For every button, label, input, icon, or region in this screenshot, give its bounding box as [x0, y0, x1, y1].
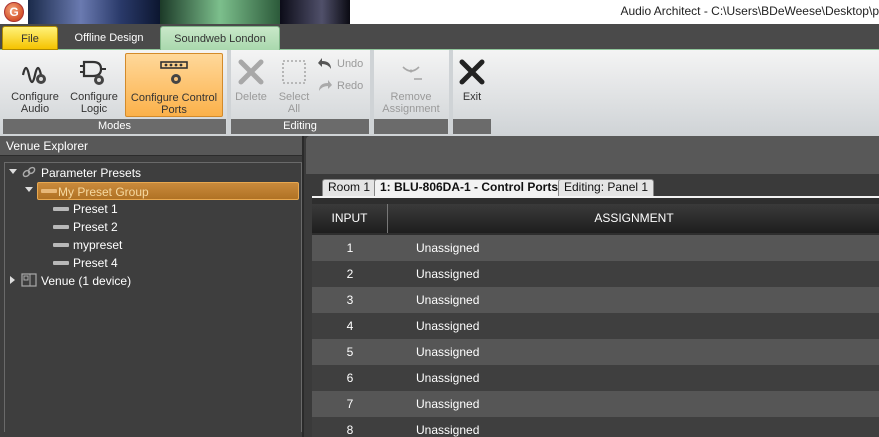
table-row[interactable]: 7 Unassigned	[312, 391, 879, 417]
tree-node-my-preset-group[interactable]: My Preset Group	[37, 182, 299, 200]
exit-group-label	[453, 119, 491, 134]
table-row[interactable]: 8 Unassigned	[312, 417, 879, 437]
exit-x-icon	[459, 59, 485, 85]
logic-gate-icon	[80, 60, 106, 85]
table-row[interactable]: 5 Unassigned	[312, 339, 879, 365]
control-ports-icon	[160, 61, 188, 84]
app-logo-icon[interactable]: G	[4, 2, 24, 22]
tree-node-venue[interactable]: Venue (1 device)	[41, 272, 131, 290]
input-cell: 8	[346, 423, 354, 437]
audio-wave-icon	[21, 66, 46, 84]
assignment-cell: Unassigned	[416, 319, 480, 333]
tab-room-1[interactable]: Room 1	[322, 179, 377, 196]
table-row[interactable]: 3 Unassigned	[312, 287, 879, 313]
tree-node-preset[interactable]: Preset 2	[73, 218, 118, 236]
delete-button[interactable]: Delete	[231, 53, 271, 117]
tab-editing-panel-1[interactable]: Editing: Panel 1	[558, 179, 655, 196]
assignment-cell: Unassigned	[416, 397, 480, 411]
workspace-header	[306, 136, 879, 174]
preset-icon	[53, 207, 69, 211]
tree-node-preset[interactable]: Preset 4	[73, 254, 118, 272]
expand-arrow-icon[interactable]	[9, 169, 17, 174]
tree-node-preset[interactable]: Preset 1	[73, 200, 118, 218]
tab-offline-design[interactable]: Offline Design	[60, 26, 158, 50]
configure-logic-button[interactable]: Configure Logic	[65, 53, 123, 117]
collapse-arrow-icon[interactable]	[10, 276, 15, 284]
column-header-assignment[interactable]: ASSIGNMENT	[389, 204, 879, 233]
redo-button[interactable]: Redo	[317, 77, 363, 95]
exit-group: Exit	[453, 51, 491, 134]
column-header-input[interactable]: INPUT	[312, 204, 388, 233]
editing-group-label: Editing	[231, 119, 369, 134]
taskbar-thumbnail	[160, 0, 280, 24]
assignment-cell: Unassigned	[416, 241, 480, 255]
ribbon-tab-row: File Offline Design Soundweb London	[0, 24, 879, 50]
remove-assignment-button[interactable]: Remove Assignment	[374, 53, 448, 117]
input-cell: 3	[346, 293, 354, 307]
undo-button[interactable]: Undo	[317, 55, 363, 73]
venue-explorer-title: Venue Explorer	[0, 136, 302, 156]
tree-node-preset[interactable]: mypreset	[73, 236, 122, 254]
preset-icon	[53, 243, 69, 247]
tab-soundweb-london[interactable]: Soundweb London	[160, 26, 280, 50]
input-cell: 4	[346, 319, 354, 333]
expand-arrow-icon[interactable]	[25, 187, 33, 192]
input-cell: 7	[346, 397, 354, 411]
table-row[interactable]: 4 Unassigned	[312, 313, 879, 339]
modes-group-label: Modes	[3, 119, 226, 134]
grid-header: INPUT ASSIGNMENT	[312, 204, 879, 233]
configure-audio-button[interactable]: Configure Audio	[5, 53, 65, 117]
input-cell: 6	[346, 371, 354, 385]
tree-node-parameter-presets[interactable]: Parameter Presets	[41, 164, 141, 182]
redo-arrow-icon	[319, 80, 332, 91]
link-icon	[22, 166, 36, 178]
table-row[interactable]: 2 Unassigned	[312, 261, 879, 287]
taskbar-thumbnail	[28, 0, 160, 24]
assignment-group: Remove Assignment	[374, 51, 448, 134]
input-cell: 5	[346, 345, 354, 359]
venue-explorer-panel: Venue Explorer Parameter Presets My Pres…	[0, 136, 304, 437]
assignment-cell: Unassigned	[416, 267, 480, 281]
tab-file[interactable]: File	[2, 26, 58, 50]
assignment-cell: Unassigned	[416, 345, 480, 359]
exit-button[interactable]: Exit	[453, 53, 491, 117]
select-all-icon	[282, 60, 306, 84]
assignment-cell: Unassigned	[416, 293, 480, 307]
assignment-cell: Unassigned	[416, 371, 480, 385]
configure-control-ports-button[interactable]: Configure Control Ports	[125, 53, 223, 117]
editing-group: Delete Select All Undo Redo Editing	[231, 51, 369, 134]
venue-tree: Parameter Presets My Preset Group Preset…	[4, 162, 302, 432]
preset-group-icon	[41, 189, 57, 193]
undo-arrow-icon	[318, 58, 331, 69]
select-all-button[interactable]: Select All	[273, 53, 315, 117]
preset-icon	[53, 261, 69, 265]
delete-x-icon	[238, 59, 264, 85]
title-bar: G Audio Architect - C:\Users\BDeWeese\De…	[0, 0, 879, 24]
tab-control-ports[interactable]: 1: BLU-806DA-1 - Control Ports	[374, 179, 565, 196]
main-workspace: Room 1 1: BLU-806DA-1 - Control Ports Ed…	[304, 136, 879, 437]
venue-icon	[21, 273, 37, 287]
input-cell: 2	[346, 267, 354, 281]
assignment-grid: INPUT ASSIGNMENT 1 Unassigned 2 Unassign…	[312, 196, 879, 437]
table-row[interactable]: 1 Unassigned	[312, 235, 879, 261]
assignment-group-label	[374, 119, 448, 134]
modes-group: Configure Audio Configure Logic Configur…	[3, 51, 226, 134]
remove-assignment-icon	[402, 66, 422, 80]
assignment-cell: Unassigned	[416, 423, 480, 437]
ribbon: Configure Audio Configure Logic Configur…	[0, 50, 879, 136]
window-title: Audio Architect - C:\Users\BDeWeese\Desk…	[620, 4, 879, 18]
taskbar-thumbnail	[280, 0, 350, 24]
table-row[interactable]: 6 Unassigned	[312, 365, 879, 391]
preset-icon	[53, 225, 69, 229]
input-cell: 1	[346, 241, 354, 255]
